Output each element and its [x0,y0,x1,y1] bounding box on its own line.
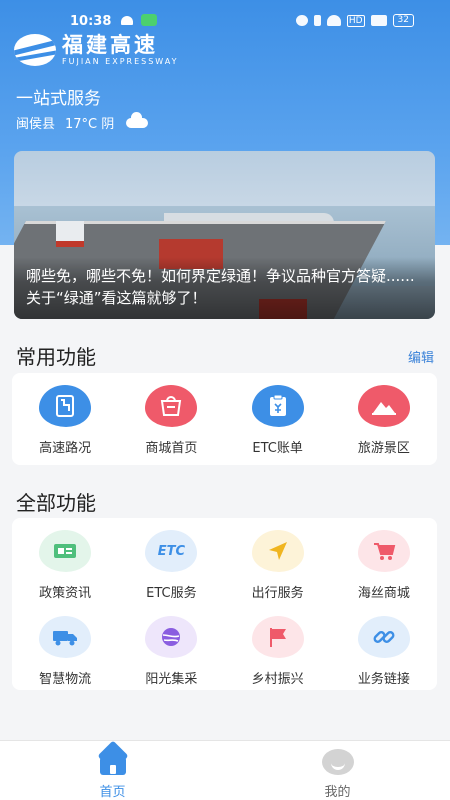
etc-glyph: ETC [157,543,186,559]
nav-label: 首页 [99,785,126,800]
road-map-icon [39,385,92,427]
item-label: 海丝商城 [357,586,410,601]
edit-button[interactable]: 编辑 [408,347,434,366]
bluetooth-icon [313,15,321,26]
message-icon [141,14,157,26]
signal-icon [370,15,387,26]
item-label: ETC服务 [146,586,197,601]
item-label: 旅游景区 [357,441,410,456]
all-item-rural-revitalization[interactable]: 乡村振兴 [225,604,331,690]
app-logo: 福建高速 FUJIAN EXPRESSWAY [14,30,179,70]
common-functions-title: 常用功能 [16,345,96,369]
item-label: 智慧物流 [39,672,92,687]
common-functions-card: 高速路况 商城首页 ETC账单 旅游景区 [12,373,437,465]
all-functions-title: 全部功能 [16,491,96,515]
common-item-road-status[interactable]: 高速路况 [12,373,118,459]
status-bar: 10:38 HD 32 [0,0,450,30]
nav-me[interactable]: 我的 [225,741,450,800]
truck-icon [39,616,92,658]
nav-home[interactable]: 首页 [0,741,225,800]
cloud-icon [126,111,149,128]
profile-icon [321,749,354,775]
battery-indicator: 32 [392,14,414,27]
news-banner[interactable]: 哪些免，哪些不免！如何界定绿通！争议品种官方答疑......关于“绿通”看这篇就… [14,151,435,319]
navigation-arrow-icon [251,530,304,572]
common-item-tourist-spots[interactable]: 旅游景区 [331,373,437,459]
item-label: ETC账单 [252,441,303,456]
alarm-icon [295,15,308,26]
all-item-smart-logistics[interactable]: 智慧物流 [12,604,118,690]
ball-icon [145,616,198,658]
link-icon [357,616,410,658]
all-item-business-links[interactable]: 业务链接 [331,604,437,690]
item-label: 出行服务 [251,586,304,601]
all-item-etc-service[interactable]: ETC ETC服务 [118,518,224,604]
item-label: 商城首页 [145,441,198,456]
all-item-haisi-mall[interactable]: 海丝商城 [331,518,437,604]
cart-icon [357,530,410,572]
page-subtitle: 一站式服务 [16,89,101,109]
all-item-sunshine-procurement[interactable]: 阳光集采 [118,604,224,690]
etc-icon: ETC [145,530,198,572]
mountain-icon [357,385,410,427]
all-item-policy-news[interactable]: 政策资讯 [12,518,118,604]
item-label: 乡村振兴 [251,672,304,687]
news-card-icon [39,530,92,572]
all-functions-card: 政策资讯 ETC ETC服务 出行服务 海丝商城 智慧物流 阳光集采 乡村振兴 … [12,518,437,690]
bottom-nav: 首页 我的 [0,740,450,800]
status-time: 10:38 [70,14,112,29]
hd-badge: HD [346,14,365,27]
banner-caption: 哪些免，哪些不免！如何界定绿通！争议品种官方答疑......关于“绿通”看这篇就… [14,257,435,319]
bill-icon [251,385,304,427]
item-label: 业务链接 [357,672,410,687]
item-label: 政策资讯 [39,586,92,601]
weather-label: 17°C 阴 [65,117,115,132]
shop-icon [145,385,198,427]
status-indicators: HD 32 [295,14,414,27]
nav-label: 我的 [324,785,351,800]
wifi-icon [326,15,341,26]
logo-title: 福建高速 [62,33,158,57]
flag-icon [251,616,304,658]
common-item-mall-home[interactable]: 商城首页 [118,373,224,459]
common-item-etc-bill[interactable]: ETC账单 [225,373,331,459]
logo-subtitle: FUJIAN EXPRESSWAY [62,57,179,66]
item-label: 高速路况 [39,441,92,456]
home-icon [98,749,128,775]
item-label: 阳光集采 [145,672,198,687]
android-icon [121,16,133,25]
expressway-logo-icon [14,34,56,66]
weather-bar: 闽侯县 17°C 阴 [16,111,149,132]
truck-image [56,221,84,247]
location-label[interactable]: 闽侯县 [16,113,55,132]
all-item-travel-service[interactable]: 出行服务 [225,518,331,604]
